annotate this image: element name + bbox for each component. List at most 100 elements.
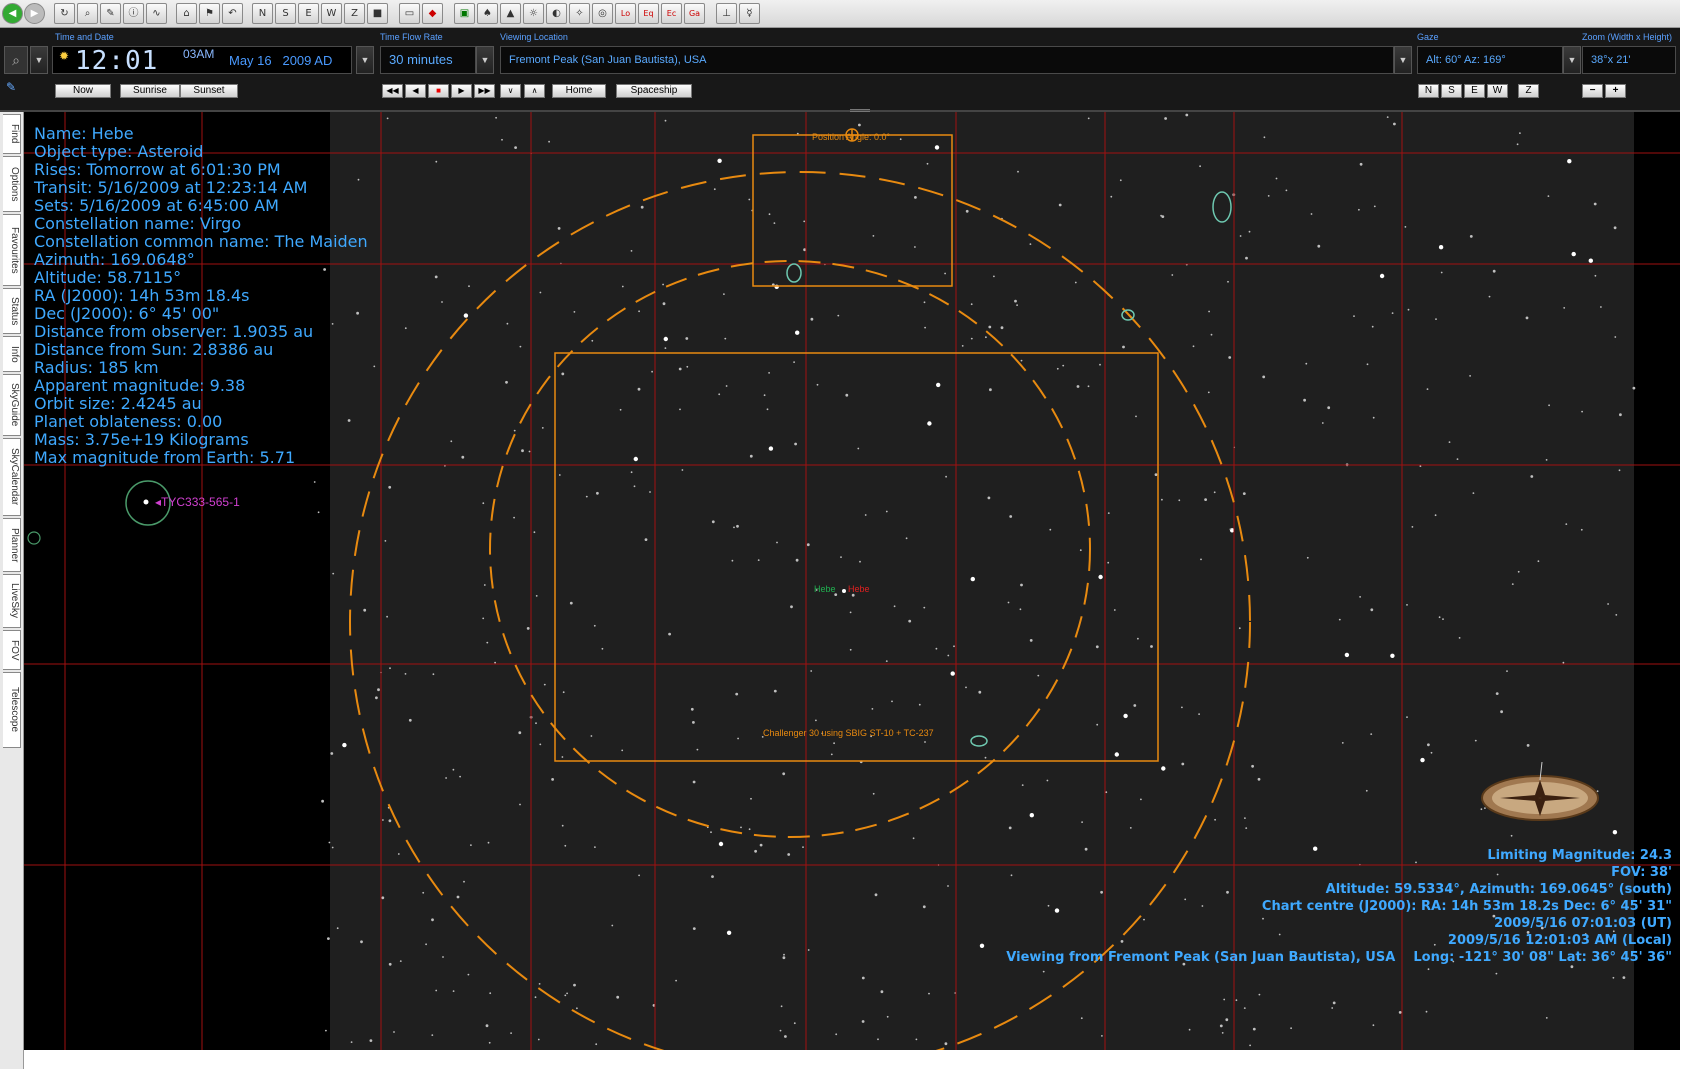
wave-icon[interactable]: ∿: [146, 3, 167, 24]
star: [1049, 528, 1052, 531]
star: [915, 1038, 918, 1041]
info-icon[interactable]: ⓘ: [123, 3, 144, 24]
ecliptic-grid-icon[interactable]: Ec: [661, 3, 682, 24]
rewind-fast-button[interactable]: ◀◀: [382, 84, 403, 98]
star: [1567, 159, 1572, 164]
west-button[interactable]: W: [1487, 84, 1508, 98]
tab-find[interactable]: Find: [3, 114, 21, 154]
object-info-line: Constellation name: Virgo: [34, 214, 242, 233]
location-dropdown[interactable]: ▼: [1394, 46, 1412, 74]
tab-telescope[interactable]: Telescope: [3, 672, 21, 748]
step-forward-button[interactable]: ▶: [451, 84, 472, 98]
time-date-field[interactable]: ✹ 12:01 03AM May 16 2009 AD: [52, 46, 352, 75]
edit-icon[interactable]: ✎: [100, 3, 121, 24]
undo-icon[interactable]: ↶: [222, 3, 243, 24]
tab-info[interactable]: Info: [3, 336, 21, 372]
gaze-dropdown[interactable]: ▼: [1563, 46, 1581, 74]
star: [1406, 716, 1408, 718]
galaxy-icon[interactable]: ◎: [592, 3, 613, 24]
local-grid-icon[interactable]: Lo: [615, 3, 636, 24]
zenith-button[interactable]: Z: [1518, 84, 1539, 98]
hebe-label-red[interactable]: Hebe: [848, 584, 870, 594]
galactic-grid-icon[interactable]: Ga: [684, 3, 705, 24]
zoom-in-button[interactable]: +: [1605, 84, 1626, 98]
north-button[interactable]: N: [1418, 84, 1439, 98]
sky-chart[interactable]: Name: Hebe Object type: Asteroid Rises: To…: [24, 112, 1680, 1050]
telescope-icon[interactable]: ⊥: [716, 3, 737, 24]
home-button[interactable]: Home: [552, 84, 606, 98]
star: [926, 162, 929, 165]
tab-skycalendar[interactable]: SkyCalendar: [3, 438, 21, 516]
tab-livesky[interactable]: LiveSky: [3, 574, 21, 628]
frame-icon[interactable]: ▣: [454, 3, 475, 24]
time-flow-dropdown[interactable]: ▼: [476, 46, 494, 74]
diamond-icon[interactable]: ◆: [422, 3, 443, 24]
star: [737, 737, 739, 740]
east-icon[interactable]: E: [298, 3, 319, 24]
magnifier-icon[interactable]: ⌕: [77, 3, 98, 24]
star: [528, 450, 531, 453]
west-icon[interactable]: W: [321, 3, 342, 24]
star: [332, 572, 335, 575]
now-button[interactable]: Now: [55, 84, 111, 98]
flag-icon[interactable]: ⚑: [199, 3, 220, 24]
star: [342, 742, 347, 748]
sunset-button[interactable]: Sunset: [180, 84, 238, 98]
star-label[interactable]: ◂TYC333-565-1: [155, 495, 240, 509]
tab-fov[interactable]: FOV: [3, 630, 21, 670]
date-dropdown[interactable]: ▼: [356, 46, 374, 74]
star: [984, 756, 987, 759]
south-button[interactable]: S: [1441, 84, 1462, 98]
star: [1262, 375, 1266, 379]
window-icon[interactable]: ▭: [399, 3, 420, 24]
step-back-button[interactable]: ◀: [405, 84, 426, 98]
moon-icon[interactable]: ◐: [546, 3, 567, 24]
north-icon[interactable]: N: [252, 3, 273, 24]
sun-icon[interactable]: ☼: [523, 3, 544, 24]
control-panel: ⌕ ▼ Time and Date ✹ 12:01 03AM May 16 20…: [0, 28, 1680, 112]
star: [965, 209, 969, 213]
constellation-icon[interactable]: ✧: [569, 3, 590, 24]
tab-planner[interactable]: Planner: [3, 518, 21, 572]
stop-button[interactable]: ■: [428, 84, 449, 98]
south-icon[interactable]: S: [275, 3, 296, 24]
refresh-icon[interactable]: ↻: [54, 3, 75, 24]
spaceship-button[interactable]: Spaceship: [616, 84, 692, 98]
stop-icon[interactable]: ■: [367, 3, 388, 24]
star: [1019, 608, 1022, 611]
gaze-field[interactable]: Alt: 60° Az: 169°: [1417, 46, 1563, 74]
up-button[interactable]: ∧: [524, 84, 545, 98]
tab-favourites[interactable]: Favourites: [3, 214, 21, 286]
down-button[interactable]: ∨: [500, 84, 521, 98]
star: [945, 475, 947, 478]
star: [593, 624, 596, 627]
hebe-label-green[interactable]: Hebe: [814, 584, 836, 594]
play-fast-button[interactable]: ▶▶: [474, 84, 495, 98]
time-flow-rate-field[interactable]: 30 minutes: [380, 46, 476, 74]
equatorial-grid-icon[interactable]: Eq: [638, 3, 659, 24]
pin-icon[interactable]: ✎: [6, 80, 16, 94]
back-icon[interactable]: ◀: [2, 3, 23, 24]
search-dropdown[interactable]: ▼: [30, 46, 48, 74]
tab-options[interactable]: Options: [3, 156, 21, 212]
star: [1129, 827, 1132, 829]
search-icon[interactable]: ⌕: [4, 46, 28, 74]
mountain-icon[interactable]: ▲: [500, 3, 521, 24]
tab-status[interactable]: Status: [3, 288, 21, 334]
forward-icon[interactable]: ▶: [24, 3, 45, 24]
figure-icon[interactable]: ☿: [739, 3, 760, 24]
sunrise-button[interactable]: Sunrise: [120, 84, 180, 98]
tab-skyguide[interactable]: SkyGuide: [3, 374, 21, 436]
viewing-location-caption: Viewing Location: [500, 32, 568, 42]
star: [908, 619, 912, 623]
east-button[interactable]: E: [1464, 84, 1485, 98]
star: [935, 647, 938, 650]
viewing-location-field[interactable]: Fremont Peak (San Juan Bautista), USA: [500, 46, 1394, 74]
zoom-field[interactable]: 38°x 21': [1582, 46, 1676, 74]
zenith-icon[interactable]: Z: [344, 3, 365, 24]
zoom-out-button[interactable]: −: [1582, 84, 1603, 98]
sun-icon: ✹: [59, 49, 70, 63]
home-icon[interactable]: ⌂: [176, 3, 197, 24]
star: [692, 721, 695, 724]
tree-icon[interactable]: ♠: [477, 3, 498, 24]
